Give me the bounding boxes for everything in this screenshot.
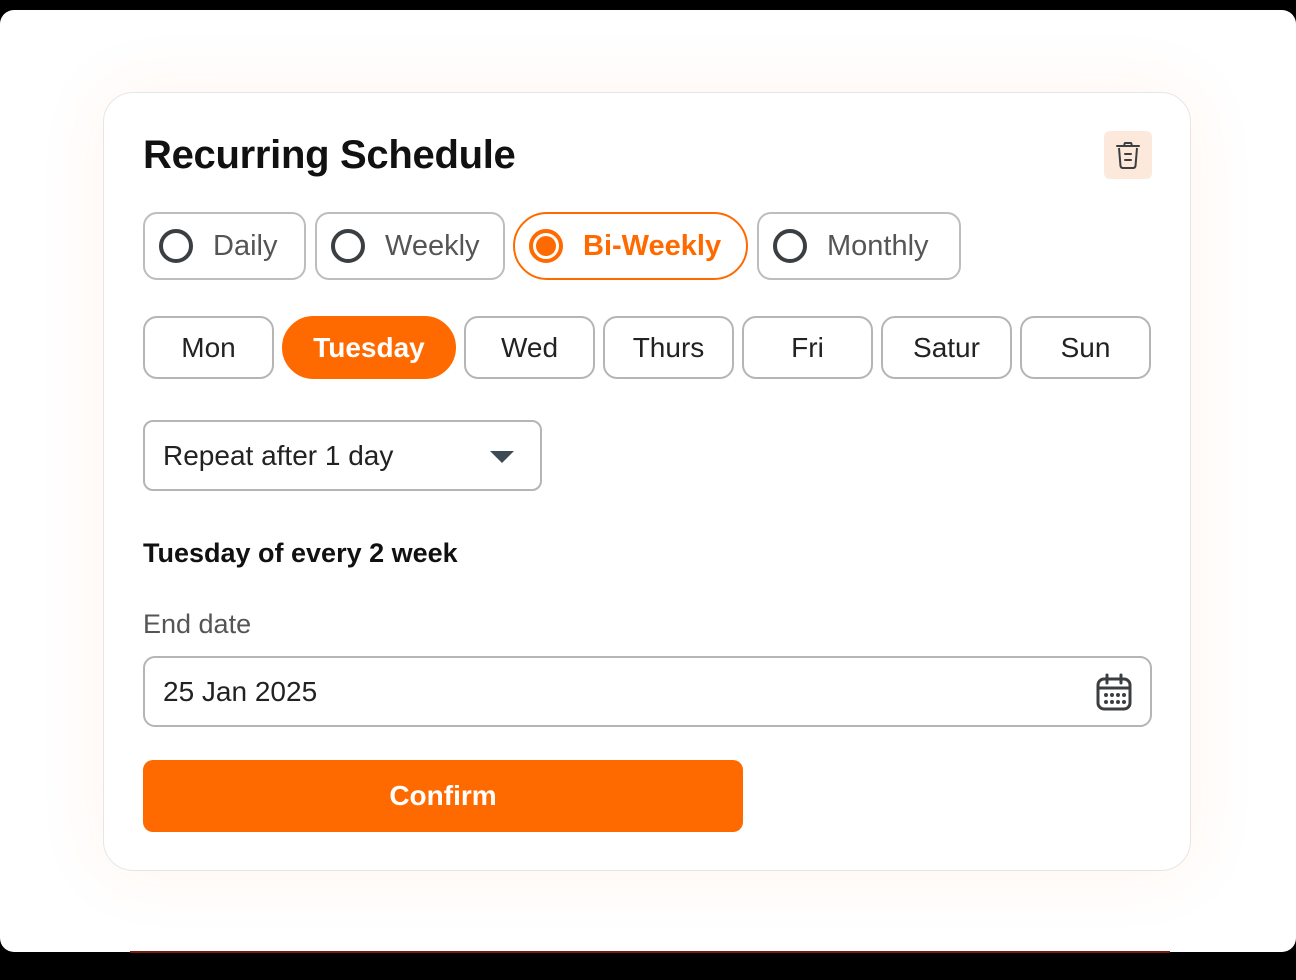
day-button-sun[interactable]: Sun [1020,316,1151,379]
repeat-select[interactable]: Repeat after 1 day [143,420,542,491]
radio-label: Daily [213,229,278,262]
radio-label: Weekly [385,229,480,262]
end-date-label: End date [143,609,252,639]
radio-selected-icon [529,229,563,263]
radio-icon [773,229,807,263]
app-frame: Recurring Schedule Daily Weekly Bi-Weekl… [0,10,1296,952]
day-button-mon[interactable]: Mon [143,316,274,379]
day-button-fri[interactable]: Fri [742,316,873,379]
radio-daily[interactable]: Daily [143,212,306,280]
end-date-value: 25 Jan 2025 [163,675,318,707]
day-button-thurs[interactable]: Thurs [603,316,734,379]
recurring-schedule-card: Recurring Schedule Daily Weekly Bi-Weekl… [103,92,1191,871]
trash-icon [1116,142,1140,169]
radio-weekly[interactable]: Weekly [315,212,505,280]
radio-label: Monthly [827,229,929,262]
day-button-wed[interactable]: Wed [464,316,595,379]
page-title: Recurring Schedule [143,133,516,177]
confirm-button[interactable]: Confirm [143,760,743,832]
repeat-select-value: Repeat after 1 day [163,439,394,471]
day-button-tuesday[interactable]: Tuesday [282,316,456,379]
end-date-field[interactable]: 25 Jan 2025 [143,656,1152,727]
radio-bi-weekly[interactable]: Bi-Weekly [513,212,748,280]
radio-icon [159,229,193,263]
delete-button[interactable] [1104,131,1152,179]
chevron-down-icon [490,451,514,463]
radio-monthly[interactable]: Monthly [757,212,961,280]
radio-label: Bi-Weekly [583,229,722,262]
radio-icon [331,229,365,263]
schedule-summary: Tuesday of every 2 week [143,538,458,568]
calendar-icon[interactable] [1096,673,1132,711]
divider [130,951,1170,953]
day-button-satur[interactable]: Satur [881,316,1012,379]
